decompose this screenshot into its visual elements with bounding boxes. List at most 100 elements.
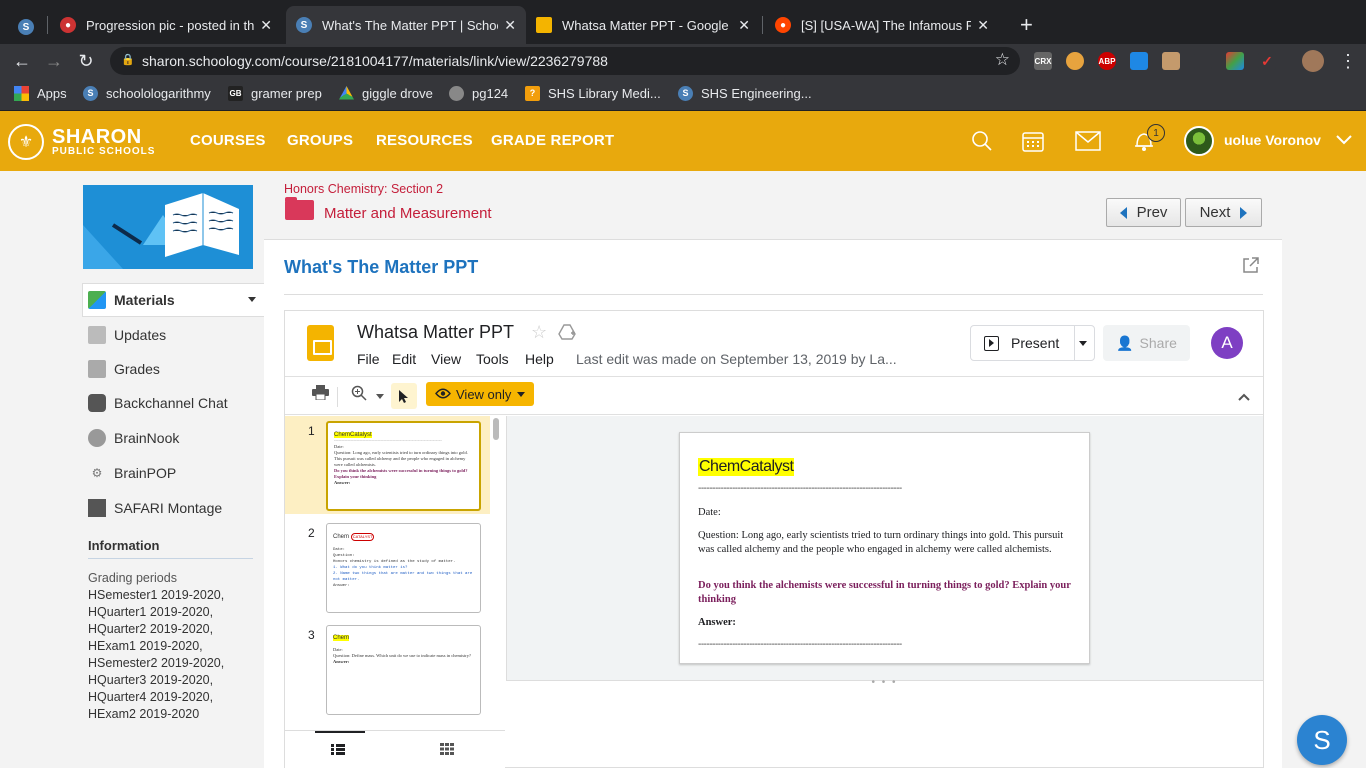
materials-icon — [88, 291, 106, 309]
grading-period: HQuarter3 2019-2020, — [88, 673, 214, 687]
slide-thumbnail[interactable]: Chem Date: Question: Define mass. Which … — [326, 625, 481, 715]
breadcrumb[interactable]: Honors Chemistry: Section 2 — [284, 182, 443, 196]
calendar-icon[interactable] — [1020, 129, 1046, 153]
thumbnail-row-2[interactable]: 2 Chem CATALYST Date: Question: Honors c… — [285, 518, 490, 616]
chevron-down-icon[interactable] — [1336, 132, 1352, 150]
extension-icon[interactable] — [1162, 52, 1180, 70]
menu-edit[interactable]: Edit — [392, 351, 416, 367]
reload-icon[interactable]: ↻ — [74, 49, 98, 73]
chat-icon — [88, 394, 106, 412]
sidebar-item-label: BrainNook — [114, 430, 180, 446]
last-edit-link[interactable]: Last edit was made on September 13, 2019… — [576, 351, 897, 367]
sidebar-item-backchannel[interactable]: Backchannel Chat — [88, 394, 228, 412]
view-only-button[interactable]: View only — [426, 382, 534, 406]
color-extension-icon[interactable] — [1226, 52, 1244, 70]
slide-number: 1 — [308, 424, 315, 438]
adblock-icon[interactable]: ABP — [1098, 52, 1116, 70]
address-bar[interactable]: 🔒 sharon.schoology.com/course/2181004177… — [110, 47, 1020, 75]
bookmark-item[interactable]: GB gramer prep — [228, 86, 322, 101]
user-name[interactable]: uolue Voronov — [1224, 132, 1321, 148]
browser-tab[interactable]: ● [S] [USA-WA] The Infamous Pa ✕ — [765, 6, 999, 44]
extension-icon[interactable] — [1130, 52, 1148, 70]
next-button[interactable]: Next — [1185, 198, 1262, 227]
nav-resources[interactable]: RESOURCES — [376, 132, 473, 149]
account-avatar[interactable]: A — [1211, 327, 1243, 359]
menu-icon[interactable]: ⋮ — [1336, 49, 1360, 73]
catalyst-logo: CATALYST — [350, 533, 375, 541]
print-icon[interactable] — [312, 385, 329, 404]
close-icon[interactable]: ✕ — [738, 17, 750, 34]
menu-view[interactable]: View — [431, 351, 461, 367]
star-icon[interactable]: ☆ — [531, 322, 547, 343]
district-logo[interactable]: ⚜ SHARON PUBLIC SCHOOLS — [8, 124, 155, 160]
speaker-notes-splitter[interactable]: • • • — [506, 678, 1263, 688]
owl-extension-icon[interactable] — [1066, 52, 1084, 70]
browser-tab[interactable]: ● Progression pic - posted in the ✕ — [50, 6, 282, 44]
thumb-prompt: Do you think the alchemists were success… — [334, 468, 468, 479]
grid-view-icon[interactable] — [440, 743, 454, 758]
thumbnail-row-3[interactable]: 3 Chem Date: Question: Define mass. Whic… — [285, 620, 490, 718]
sidebar-item-brainpop[interactable]: ⚙ BrainPOP — [88, 464, 176, 482]
new-tab-button[interactable]: + — [1010, 6, 1040, 44]
schoology-help-button[interactable]: S — [1297, 715, 1347, 765]
nav-courses[interactable]: COURSES — [190, 132, 266, 149]
bookmark-label: gramer prep — [251, 86, 322, 101]
caret-down-icon[interactable] — [248, 297, 256, 302]
browser-tab-active[interactable]: S What's The Matter PPT | Schoo ✕ — [286, 6, 526, 44]
caret-down-icon[interactable] — [1079, 341, 1087, 346]
sidebar-item-brainnook[interactable]: BrainNook — [88, 429, 179, 447]
pinned-tab[interactable]: S — [8, 8, 44, 46]
mail-icon[interactable] — [1075, 129, 1101, 153]
add-to-drive-icon[interactable] — [558, 324, 576, 345]
sidebar-item-updates[interactable]: Updates — [88, 326, 166, 344]
crx-extension-icon[interactable]: CRX — [1034, 52, 1052, 70]
present-label: Present — [1011, 335, 1060, 351]
sidebar-item-safari-montage[interactable]: SAFARI Montage — [88, 499, 222, 517]
filmstrip-scrollbar[interactable] — [493, 418, 499, 440]
prev-button[interactable]: Prev — [1106, 198, 1181, 227]
present-button[interactable]: Present — [970, 325, 1095, 361]
slide-thumbnail[interactable]: ChemCatalyst ---------------------------… — [326, 421, 481, 511]
close-icon[interactable]: ✕ — [504, 17, 516, 34]
bookmark-apps[interactable]: Apps — [14, 86, 67, 101]
extension-icon[interactable]: ✓ — [1258, 52, 1276, 70]
bookmark-star-icon[interactable]: ☆ — [995, 50, 1010, 70]
folder-title[interactable]: Matter and Measurement — [324, 205, 492, 222]
google-slides-icon — [536, 17, 552, 33]
avatar[interactable] — [1184, 126, 1214, 156]
bookmark-item[interactable]: pg124 — [449, 86, 508, 101]
forward-icon[interactable]: → — [42, 49, 66, 73]
external-link-icon[interactable] — [1242, 257, 1259, 274]
back-icon[interactable]: ← — [10, 49, 34, 73]
nav-groups[interactable]: GROUPS — [287, 132, 353, 149]
close-icon[interactable]: ✕ — [260, 17, 272, 34]
thumbnail-row-1[interactable]: 1 ChemCatalyst -------------------------… — [285, 416, 490, 514]
apps-grid-icon — [14, 86, 29, 101]
bookmark-item[interactable]: S schoolologarithmy — [83, 86, 211, 101]
menu-help[interactable]: Help — [525, 351, 554, 367]
zoom-icon[interactable] — [351, 385, 367, 405]
tab-title: What's The Matter PPT | Schoo — [322, 17, 499, 33]
bookmark-item[interactable]: giggle drove — [339, 86, 433, 101]
nav-grade-report[interactable]: GRADE REPORT — [491, 132, 614, 149]
caret-down-icon[interactable] — [376, 394, 384, 399]
close-icon[interactable]: ✕ — [977, 17, 989, 34]
site-header: ⚜ SHARON PUBLIC SCHOOLS COURSES GROUPS R… — [0, 111, 1366, 171]
profile-avatar[interactable] — [1302, 50, 1324, 72]
menu-tools[interactable]: Tools — [476, 351, 509, 367]
collapse-icon[interactable] — [1238, 389, 1250, 404]
menu-file[interactable]: File — [357, 351, 380, 367]
share-button[interactable]: 👤 Share — [1103, 325, 1190, 361]
bookmark-item[interactable]: ? SHS Library Medi... — [525, 86, 661, 101]
browser-tab[interactable]: Whatsa Matter PPT - Google Sl ✕ — [526, 6, 760, 44]
list-view-icon[interactable] — [331, 743, 345, 758]
sidebar-item-grades[interactable]: Grades — [88, 360, 160, 378]
select-cursor-icon[interactable] — [391, 383, 417, 409]
slide-thumbnail[interactable]: Chem CATALYST Date: Question: Honors che… — [326, 523, 481, 613]
google-slides-icon[interactable] — [307, 325, 334, 361]
search-icon[interactable] — [969, 129, 995, 153]
extension-icon[interactable] — [1194, 52, 1212, 70]
google-drive-icon — [339, 86, 354, 100]
bookmark-item[interactable]: S SHS Engineering... — [678, 86, 812, 101]
sidebar-item-materials[interactable]: Materials — [88, 291, 175, 309]
